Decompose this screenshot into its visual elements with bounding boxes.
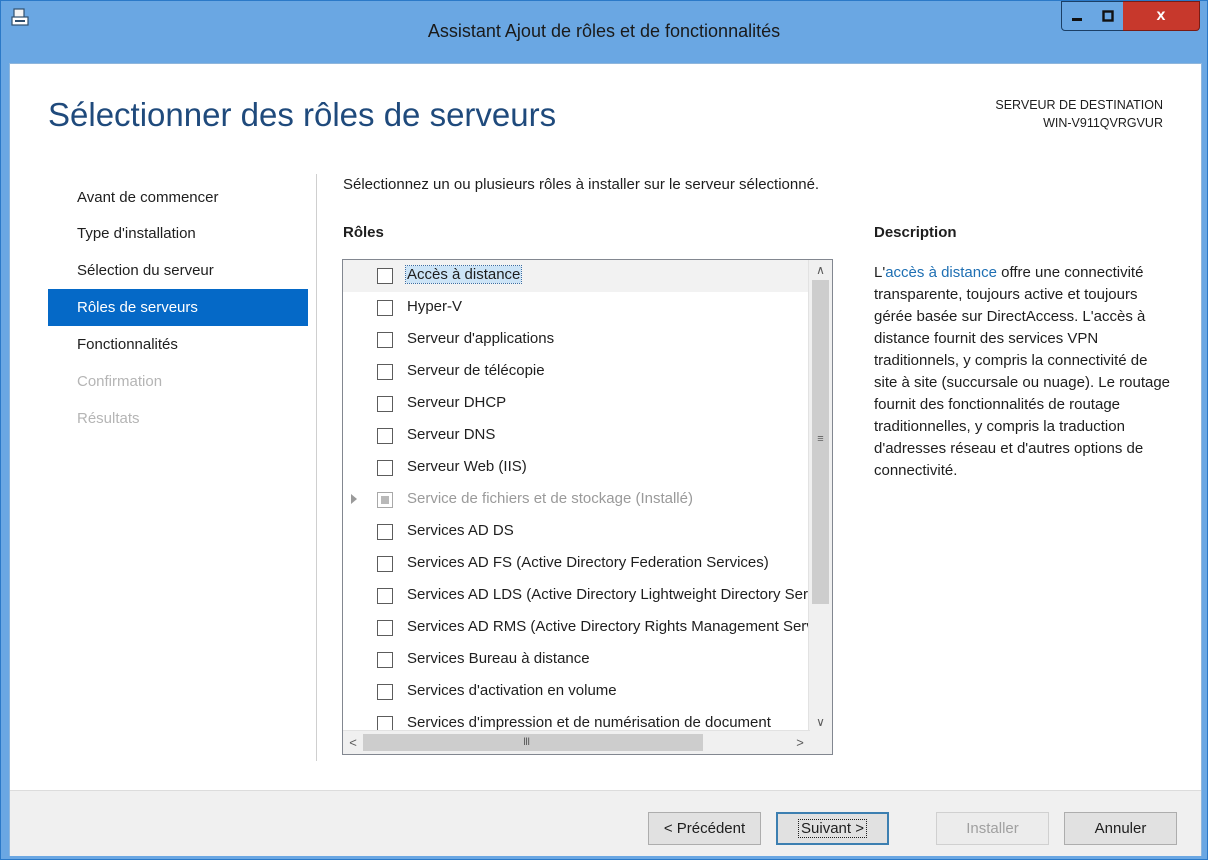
vertical-scrollbar[interactable]: ∧ ≡ ∨ bbox=[808, 260, 832, 732]
role-label: Serveur Web (IIS) bbox=[407, 458, 527, 475]
next-button-label: Suivant > bbox=[798, 819, 867, 838]
destination-label: SERVEUR DE DESTINATION bbox=[995, 98, 1163, 112]
role-checkbox[interactable] bbox=[377, 684, 393, 700]
role-label: Services AD FS (Active Directory Federat… bbox=[407, 554, 769, 571]
window-title: Assistant Ajout de rôles et de fonctionn… bbox=[427, 21, 781, 41]
scroll-left-icon[interactable]: < bbox=[343, 731, 363, 754]
role-label: Serveur d'applications bbox=[407, 330, 555, 347]
role-checkbox[interactable] bbox=[377, 556, 393, 572]
roles-list-viewport: Accès à distance Hyper-V Serveur d'appli… bbox=[343, 260, 810, 732]
role-checkbox[interactable] bbox=[377, 332, 393, 348]
close-button[interactable]: x bbox=[1123, 1, 1200, 31]
wizard-steps-nav: Avant de commencer Type d'installation S… bbox=[48, 181, 308, 437]
nav-step-features[interactable]: Fonctionnalités bbox=[48, 326, 308, 363]
description-body: offre une connectivité transparente, tou… bbox=[874, 264, 1171, 479]
role-checkbox[interactable] bbox=[377, 396, 393, 412]
next-button[interactable]: Suivant > bbox=[776, 812, 889, 845]
cancel-button[interactable]: Annuler bbox=[1064, 812, 1177, 845]
scroll-up-icon[interactable]: ∧ bbox=[809, 260, 832, 280]
nav-step-installation-type[interactable]: Type d'installation bbox=[48, 215, 308, 252]
instruction-text: Sélectionnez un ou plusieurs rôles à ins… bbox=[343, 176, 820, 193]
role-row-fax-server[interactable]: Serveur de télécopie bbox=[343, 356, 810, 388]
description-heading: Description bbox=[874, 224, 957, 241]
minimize-icon bbox=[1072, 18, 1082, 21]
nav-step-results: Résultats bbox=[77, 410, 140, 427]
roles-list[interactable]: Accès à distance Hyper-V Serveur d'appli… bbox=[342, 259, 833, 755]
expand-arrow-icon[interactable] bbox=[351, 494, 357, 504]
role-checkbox[interactable] bbox=[377, 588, 393, 604]
role-row-remote-access[interactable]: Accès à distance bbox=[343, 260, 810, 292]
scroll-grip-icon: III bbox=[523, 736, 530, 748]
role-checkbox[interactable] bbox=[377, 460, 393, 476]
nav-step-confirmation: Confirmation bbox=[77, 373, 163, 390]
maximize-button[interactable] bbox=[1092, 1, 1124, 31]
scroll-grip-icon: ≡ bbox=[817, 433, 824, 445]
install-button: Installer bbox=[936, 812, 1049, 845]
scroll-right-icon[interactable]: > bbox=[790, 731, 810, 754]
role-label: Accès à distance bbox=[404, 265, 523, 284]
role-label: Services AD DS bbox=[407, 522, 514, 539]
role-row-dhcp-server[interactable]: Serveur DHCP bbox=[343, 388, 810, 420]
role-checkbox[interactable] bbox=[377, 364, 393, 380]
wizard-footer: < Précédent Suivant > Installer Annuler bbox=[10, 790, 1201, 856]
nav-separator bbox=[316, 174, 317, 761]
role-row-dns-server[interactable]: Serveur DNS bbox=[343, 420, 810, 452]
role-label: Services d'activation en volume bbox=[407, 682, 617, 699]
description-text: L'accès à distance offre une connectivit… bbox=[874, 262, 1174, 482]
role-row-hyper-v[interactable]: Hyper-V bbox=[343, 292, 810, 324]
title-bar: Assistant Ajout de rôles et de fonctionn… bbox=[1, 1, 1207, 63]
role-checkbox[interactable] bbox=[377, 428, 393, 444]
nav-step-server-roles[interactable]: Rôles de serveurs bbox=[48, 289, 308, 326]
role-row-print-document-services[interactable]: Services d'impression et de numérisation… bbox=[343, 708, 810, 732]
role-label: Hyper-V bbox=[407, 298, 463, 315]
role-checkbox-installed bbox=[377, 492, 393, 508]
role-label: Services AD RMS (Active Directory Rights… bbox=[407, 618, 810, 635]
role-label: Serveur DHCP bbox=[407, 394, 507, 411]
role-row-web-server-iis[interactable]: Serveur Web (IIS) bbox=[343, 452, 810, 484]
role-row-ad-lds[interactable]: Services AD LDS (Active Directory Lightw… bbox=[343, 580, 810, 612]
vertical-scroll-thumb[interactable]: ≡ bbox=[812, 280, 829, 604]
horizontal-scrollbar[interactable]: < III > bbox=[343, 730, 810, 754]
scroll-down-icon[interactable]: ∨ bbox=[809, 712, 832, 732]
wizard-window: Assistant Ajout de rôles et de fonctionn… bbox=[0, 0, 1208, 860]
role-label: Service de fichiers et de stockage (Inst… bbox=[407, 490, 693, 507]
scrollbar-corner bbox=[809, 731, 832, 754]
role-label: Services Bureau à distance bbox=[407, 650, 590, 667]
role-label: Services AD LDS (Active Directory Lightw… bbox=[407, 586, 810, 603]
role-row-application-server[interactable]: Serveur d'applications bbox=[343, 324, 810, 356]
role-checkbox[interactable] bbox=[377, 524, 393, 540]
description-prefix: L' bbox=[874, 264, 886, 281]
role-row-ad-fs[interactable]: Services AD FS (Active Directory Federat… bbox=[343, 548, 810, 580]
close-icon: x bbox=[1156, 7, 1166, 24]
role-checkbox[interactable] bbox=[377, 300, 393, 316]
page-title: Sélectionner des rôles de serveurs bbox=[48, 96, 557, 133]
role-row-remote-desktop[interactable]: Services Bureau à distance bbox=[343, 644, 810, 676]
nav-step-before-you-begin[interactable]: Avant de commencer bbox=[48, 181, 308, 215]
destination-server-name: WIN-V911QVRGVUR bbox=[1043, 116, 1163, 130]
wizard-body: Sélectionner des rôles de serveurs SERVE… bbox=[9, 63, 1202, 856]
roles-heading: Rôles bbox=[343, 224, 384, 241]
role-row-file-storage-services[interactable]: Service de fichiers et de stockage (Inst… bbox=[343, 484, 810, 516]
role-row-volume-activation[interactable]: Services d'activation en volume bbox=[343, 676, 810, 708]
role-label: Serveur de télécopie bbox=[407, 362, 545, 379]
minimize-button[interactable] bbox=[1061, 1, 1093, 31]
role-checkbox[interactable] bbox=[377, 268, 393, 284]
role-checkbox[interactable] bbox=[377, 652, 393, 668]
role-label: Services d'impression et de numérisation… bbox=[407, 714, 771, 731]
role-checkbox[interactable] bbox=[377, 620, 393, 636]
description-link[interactable]: accès à distance bbox=[885, 264, 997, 281]
destination-server-info: SERVEUR DE DESTINATION WIN-V911QVRGVUR bbox=[995, 96, 1163, 132]
maximize-icon bbox=[1101, 10, 1114, 22]
role-label: Serveur DNS bbox=[407, 426, 496, 443]
horizontal-scroll-thumb[interactable]: III bbox=[363, 734, 703, 751]
role-row-ad-ds[interactable]: Services AD DS bbox=[343, 516, 810, 548]
previous-button[interactable]: < Précédent bbox=[648, 812, 761, 845]
role-row-ad-rms[interactable]: Services AD RMS (Active Directory Rights… bbox=[343, 612, 810, 644]
nav-step-server-selection[interactable]: Sélection du serveur bbox=[48, 252, 308, 289]
